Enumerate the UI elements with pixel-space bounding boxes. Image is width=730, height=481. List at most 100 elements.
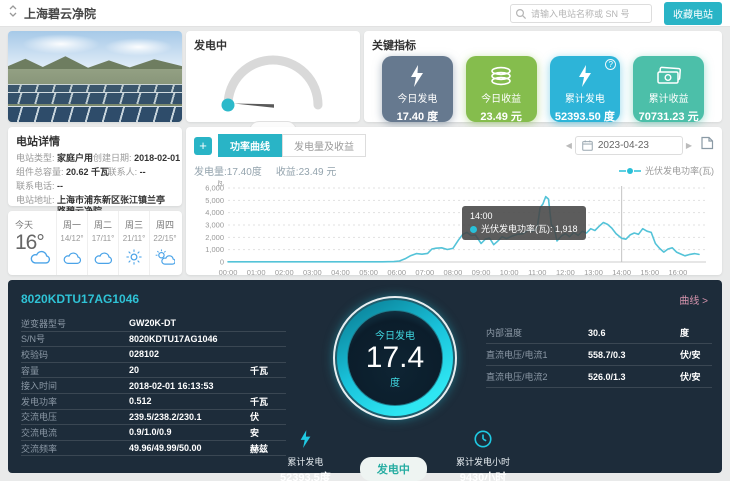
svg-text:11:00: 11:00 (528, 268, 546, 277)
svg-text:01:00: 01:00 (247, 268, 266, 277)
table-row: 逆变器型号 GW20K-DT (21, 316, 286, 332)
table-row: 直流电压/电流1 558.7/0.3 伏/安 (486, 344, 712, 366)
bolt-icon (382, 63, 453, 89)
date-picker[interactable]: 2023-04-23 (575, 136, 683, 155)
kpi-today-generation: 今日发电 17.40 度 (382, 56, 453, 122)
svg-text:00:00: 00:00 (219, 268, 238, 277)
favorite-station-button[interactable]: 收藏电站 (664, 2, 722, 25)
next-day-icon[interactable]: ▶ (683, 141, 695, 150)
cloudy-icon (62, 251, 82, 270)
generation-stat-label: 发电量: (194, 163, 227, 178)
today-generation-gauge: 今日发电 17.4 度 (331, 294, 459, 422)
svg-text:5,000: 5,000 (205, 196, 224, 205)
weather-day: 周四 22/15° (149, 211, 180, 275)
svg-text:08:00: 08:00 (444, 268, 463, 277)
gauge-unit: 度 (390, 374, 400, 389)
key-indicators-title: 关键指标 (372, 37, 714, 53)
weather-today: 今天 16° (8, 211, 56, 275)
weather-card: 今天 16° 周一 14/12° 周二 17/11° 周三 21/11° 周四 … (8, 211, 182, 275)
table-row: 交流电压 239.5/238.2/230.1 伏 (21, 410, 286, 426)
svg-text:07:00: 07:00 (415, 268, 434, 277)
kpi-total-income: 累计收益 70731.23 元 (633, 56, 704, 122)
total-capacity: 20.62 千瓦 (66, 167, 109, 177)
plant-details-title: 电站详情 (16, 133, 174, 149)
prev-day-icon[interactable]: ◀ (563, 141, 575, 150)
table-row: 直流电压/电流2 526.0/1.3 伏/安 (486, 366, 712, 388)
contact-phone: -- (57, 181, 63, 191)
gauge-label: 今日发电 (375, 327, 415, 342)
cloudy-icon (93, 251, 113, 270)
generating-status-badge: 发电中 (360, 457, 427, 481)
add-compare-button[interactable]: + (194, 137, 212, 155)
key-indicators-card: 关键指标 今日发电 17.40 度 今日收益 23.49 元 ? 累计发电 52… (364, 31, 722, 122)
curve-link[interactable]: 曲线 > (679, 292, 708, 307)
solar-field-art (8, 69, 182, 122)
svg-text:06:00: 06:00 (387, 268, 406, 277)
legend-marker-icon (619, 167, 641, 175)
tab-energy-income[interactable]: 发电量及收益 (282, 134, 366, 157)
power-chart: 01,0002,0003,0004,0005,0006,000瓦00:0001:… (194, 180, 710, 280)
table-row: S/N号 8020KDTU17AG1046 (21, 332, 286, 348)
page-title: 上海碧云净院 (24, 5, 96, 22)
export-icon[interactable] (701, 136, 714, 155)
weather-day: 周二 17/11° (87, 211, 118, 275)
svg-text:2,000: 2,000 (205, 233, 224, 242)
income-stat-value: 23.49 元 (299, 163, 337, 178)
search-box (510, 4, 652, 23)
plant-type: 家庭户用 (57, 153, 93, 163)
weather-day: 周一 14/12° (56, 211, 87, 275)
income-stat-label: 收益: (276, 163, 299, 178)
banknotes-icon (633, 63, 704, 89)
contact-person: -- (140, 167, 146, 177)
inverter-panel: 8020KDTU17AG1046 曲线 > 逆变器型号 GW20K-DT S/N… (8, 280, 722, 473)
search-input[interactable] (510, 4, 652, 23)
inverter-details-table: 逆变器型号 GW20K-DT S/N号 8020KDTU17AG1046 校验码… (21, 316, 286, 456)
generation-stat-value: 17.40度 (227, 163, 262, 178)
top-bar: 上海碧云净院 收藏电站 (0, 0, 730, 27)
power-gauge (198, 53, 348, 115)
kpi-total-generation: ? 累计发电 52393.50 度 (550, 56, 621, 122)
total-generation-stat: 累计发电 52393.5度 (280, 430, 331, 481)
cloudy-icon (29, 249, 51, 270)
table-row: 内部温度 30.6 度 (486, 322, 712, 344)
svg-text:0: 0 (220, 258, 224, 267)
svg-text:4,000: 4,000 (205, 208, 224, 217)
chart-legend: 光伏发电功率(瓦) (619, 164, 714, 177)
svg-text:03:00: 03:00 (303, 268, 322, 277)
table-row: 接入时间 2018-02-01 16:13:53 (21, 378, 286, 394)
svg-text:3,000: 3,000 (205, 221, 224, 230)
generation-hours-stat: 累计发电小时 9430小时 (456, 430, 510, 481)
svg-text:10:00: 10:00 (500, 268, 519, 277)
kpi-today-income: 今日收益 23.49 元 (466, 56, 537, 122)
svg-text:14:00: 14:00 (612, 268, 631, 277)
svg-text:02:00: 02:00 (275, 268, 294, 277)
inverter-dc-table: 内部温度 30.6 度 直流电压/电流1 558.7/0.3 伏/安 直流电压/… (486, 322, 712, 388)
total-generation-value: 52393.5度 (280, 469, 331, 481)
power-gauge-card: 发电中 609瓦 (186, 31, 360, 122)
generating-status-label: 发电中 (194, 37, 352, 53)
plant-details-card: 电站详情 电站类型: 家庭户用 创建日期: 2018-02-01 组件总容量: … (8, 127, 182, 206)
search-icon (515, 7, 527, 25)
inverter-serial-title: 8020KDTU17AG1046 (21, 292, 139, 306)
svg-text:1,000: 1,000 (205, 245, 224, 254)
svg-text:15:00: 15:00 (640, 268, 659, 277)
sunny-icon (126, 249, 142, 270)
svg-text:16:00: 16:00 (668, 268, 687, 277)
generation-hours-value: 9430小时 (456, 469, 510, 481)
gauge-value: 17.4 (366, 342, 424, 374)
clock-icon (474, 430, 492, 448)
bolt-icon (299, 430, 312, 448)
chart-plot-area[interactable]: 01,0002,0003,0004,0005,0006,000瓦00:0001:… (194, 180, 714, 285)
table-row: 交流频率 49.96/49.99/50.00 赫兹 (21, 441, 286, 457)
svg-text:05:00: 05:00 (359, 268, 378, 277)
table-row: 容量 20 千瓦 (21, 363, 286, 379)
weather-day: 周三 21/11° (118, 211, 149, 275)
table-row: 交流电流 0.9/1.0/0.9 安 (21, 425, 286, 441)
tab-power-curve[interactable]: 功率曲线 (218, 134, 282, 157)
table-row: 校验码 028102 (21, 347, 286, 363)
calendar-icon (582, 140, 593, 151)
station-selector-icon[interactable] (8, 4, 18, 23)
power-curve-card: + 功率曲线 发电量及收益 ◀ 2023-04-23 ▶ 发电量: 17.40度… (186, 127, 722, 275)
table-row: 发电功率 0.512 千瓦 (21, 394, 286, 410)
inverter-gauge-column: 今日发电 17.4 度 累计发电 52393.5度 发电中 累计发电小时 943… (280, 294, 510, 481)
